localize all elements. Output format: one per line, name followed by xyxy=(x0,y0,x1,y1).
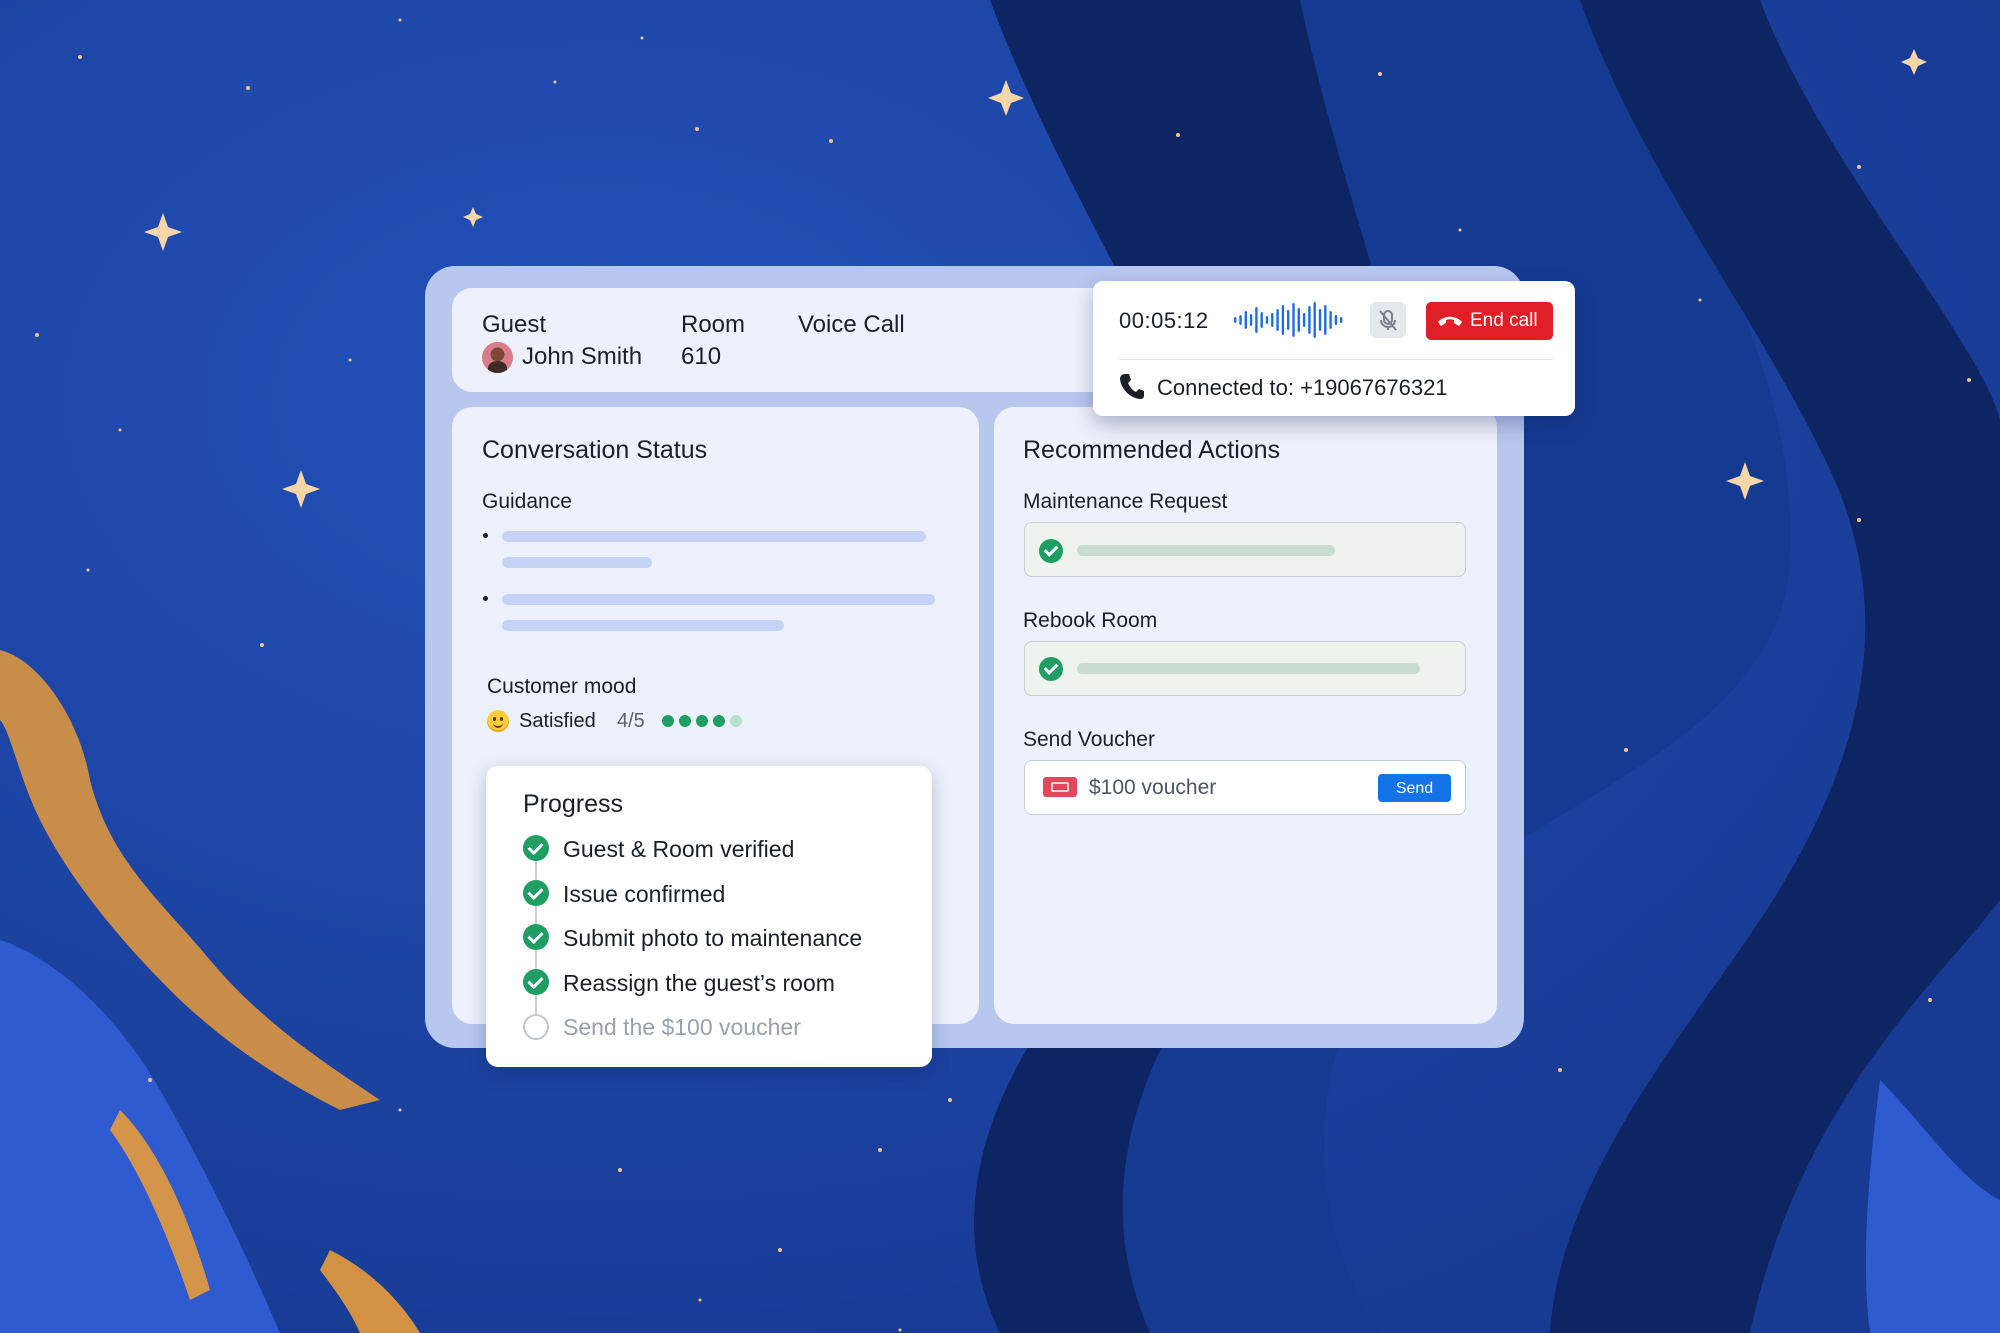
recommended-actions-title: Recommended Actions xyxy=(1023,436,1281,464)
rating-dot xyxy=(730,715,742,727)
mic-off-icon xyxy=(1379,310,1397,331)
send-voucher-button[interactable]: Send xyxy=(1378,774,1451,802)
guidance-label: Guidance xyxy=(482,490,572,513)
mood-score: 4/5 xyxy=(617,710,645,732)
room-label: Room xyxy=(681,311,746,338)
check-circle-icon xyxy=(1039,657,1063,681)
action-label-rebook: Rebook Room xyxy=(1023,609,1158,632)
ticket-icon xyxy=(1043,777,1077,797)
progress-step: Issue confirmed xyxy=(563,881,726,907)
avatar xyxy=(482,342,513,373)
guidance-placeholder-line xyxy=(502,594,935,605)
guidance-bullet xyxy=(483,596,488,601)
action-placeholder-line xyxy=(1077,545,1335,556)
smiley-icon xyxy=(487,710,509,732)
guidance-bullet xyxy=(483,533,488,538)
rating-dot xyxy=(713,715,725,727)
call-timer: 00:05:12 xyxy=(1119,308,1209,333)
check-circle-icon xyxy=(523,969,549,995)
audio-waveform-icon xyxy=(1234,302,1343,338)
channel-label: Voice Call xyxy=(798,311,905,338)
rating-dot xyxy=(696,715,708,727)
guest-name: John Smith xyxy=(522,343,643,370)
progress-step: Guest & Room verified xyxy=(563,836,795,862)
check-circle-icon xyxy=(523,880,549,906)
conversation-status-title: Conversation Status xyxy=(482,436,708,464)
progress-step-pending: Send the $100 voucher xyxy=(563,1014,801,1040)
room-number: 610 xyxy=(681,343,722,370)
action-placeholder-line xyxy=(1077,663,1420,674)
rating-dot xyxy=(679,715,691,727)
action-label-voucher: Send Voucher xyxy=(1023,728,1155,751)
action-label-maintenance: Maintenance Request xyxy=(1023,490,1228,513)
voucher-value: $100 voucher xyxy=(1089,776,1217,799)
guidance-placeholder-line xyxy=(502,531,926,542)
check-circle-icon xyxy=(523,924,549,950)
guidance-placeholder-line xyxy=(502,620,784,631)
phone-icon xyxy=(1120,374,1144,399)
hang-up-icon xyxy=(1438,316,1462,326)
empty-circle-icon xyxy=(523,1014,549,1040)
mute-button[interactable] xyxy=(1370,302,1406,338)
check-circle-icon xyxy=(523,835,549,861)
check-circle-icon xyxy=(1039,539,1063,563)
end-call-label: End call xyxy=(1470,310,1538,331)
progress-step: Reassign the guest’s room xyxy=(563,970,835,996)
guest-label: Guest xyxy=(482,311,547,338)
progress-step: Submit photo to maintenance xyxy=(563,925,863,951)
customer-mood-label: Customer mood xyxy=(487,675,637,698)
guidance-placeholder-line xyxy=(502,557,652,568)
call-divider xyxy=(1119,359,1553,360)
rating-dot xyxy=(662,715,674,727)
connected-number: Connected to: +19067676321 xyxy=(1157,375,1448,400)
end-call-button[interactable]: End call xyxy=(1426,302,1553,340)
progress-title: Progress xyxy=(523,790,624,818)
mood-value: Satisfied xyxy=(519,710,596,732)
